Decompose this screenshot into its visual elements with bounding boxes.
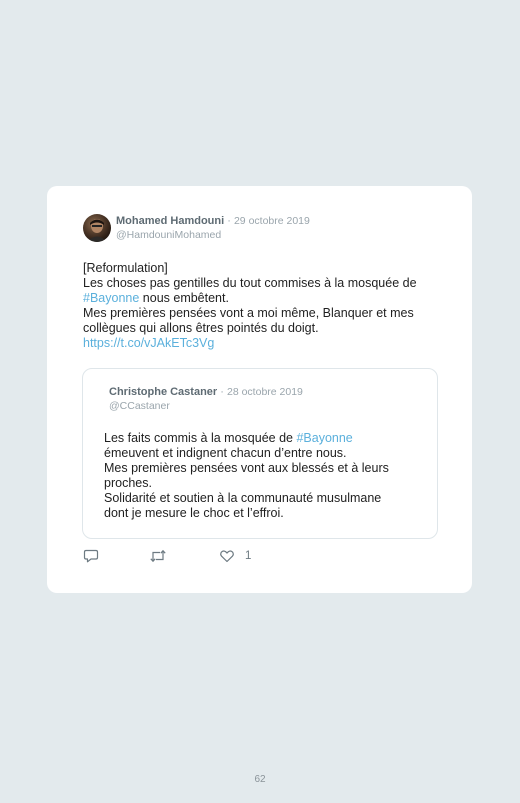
like-button[interactable]: 1	[219, 548, 251, 564]
tweet-line: Mes premières pensées vont a moi même, B…	[83, 306, 414, 320]
like-count: 1	[245, 550, 252, 562]
quoted-author-handle[interactable]: @CCastaner	[109, 400, 170, 412]
tweet-line: collègues qui allons êtres pointés du do…	[83, 321, 319, 335]
quoted-tweet-line: Solidarité et soutien à la communauté mu…	[104, 491, 382, 505]
quoted-author-name[interactable]: Christophe Castaner	[109, 386, 217, 398]
quoted-text-fragment: Les faits commis à la mosquée de	[104, 431, 297, 445]
hashtag-link[interactable]: #Bayonne	[83, 291, 139, 305]
like-icon	[220, 550, 234, 563]
quoted-tweet-line: Les faits commis à la mosquée de #Bayonn…	[104, 431, 424, 446]
tweet-actions: 1	[83, 548, 283, 564]
tweet-line: Les choses pas gentilles du tout commise…	[83, 276, 417, 290]
separator: ·	[220, 386, 224, 398]
quoted-tweet-line: proches.	[104, 476, 152, 490]
tweet-text: [Reformulation] Les choses pas gentilles…	[83, 261, 448, 351]
tweet-line: #Bayonne nous embêtent.	[83, 291, 448, 306]
avatar-image	[87, 219, 107, 242]
author-name[interactable]: Mohamed Hamdouni	[116, 215, 224, 227]
retweet-button[interactable]	[149, 548, 167, 564]
quoted-tweet[interactable]: Christophe Castaner · 28 octobre 2019 @C…	[82, 368, 438, 539]
quoted-tweet-text: Les faits commis à la mosquée de #Bayonn…	[104, 431, 424, 521]
quoted-author-line: Christophe Castaner · 28 octobre 2019	[109, 386, 303, 398]
avatar[interactable]	[83, 214, 111, 242]
tweet-line: [Reformulation]	[83, 261, 168, 275]
tweet-text-fragment: nous embêtent.	[139, 291, 229, 305]
quoted-tweet-line: émeuvent et indignent chacun d’entre nou…	[104, 446, 347, 460]
separator: ·	[227, 215, 231, 227]
quoted-tweet-date[interactable]: 28 octobre 2019	[227, 386, 303, 398]
page-number: 62	[254, 774, 266, 785]
tweet-card: Mohamed Hamdouni · 29 octobre 2019 @Hamd…	[47, 186, 472, 593]
tweet-date[interactable]: 29 octobre 2019	[234, 215, 310, 227]
hashtag-link[interactable]: #Bayonne	[296, 431, 352, 445]
tweet-url-link[interactable]: https://t.co/vJAkETc3Vg	[83, 336, 448, 351]
author-line: Mohamed Hamdouni · 29 octobre 2019	[116, 215, 310, 227]
quoted-tweet-line: Mes premières pensées vont aux blessés e…	[104, 461, 389, 475]
quoted-tweet-line: dont je mesure le choc et l’effroi.	[104, 506, 284, 520]
retweet-icon	[150, 549, 166, 563]
reply-icon	[83, 549, 99, 563]
author-handle[interactable]: @HamdouniMohamed	[116, 229, 221, 241]
reply-button[interactable]	[83, 548, 99, 564]
